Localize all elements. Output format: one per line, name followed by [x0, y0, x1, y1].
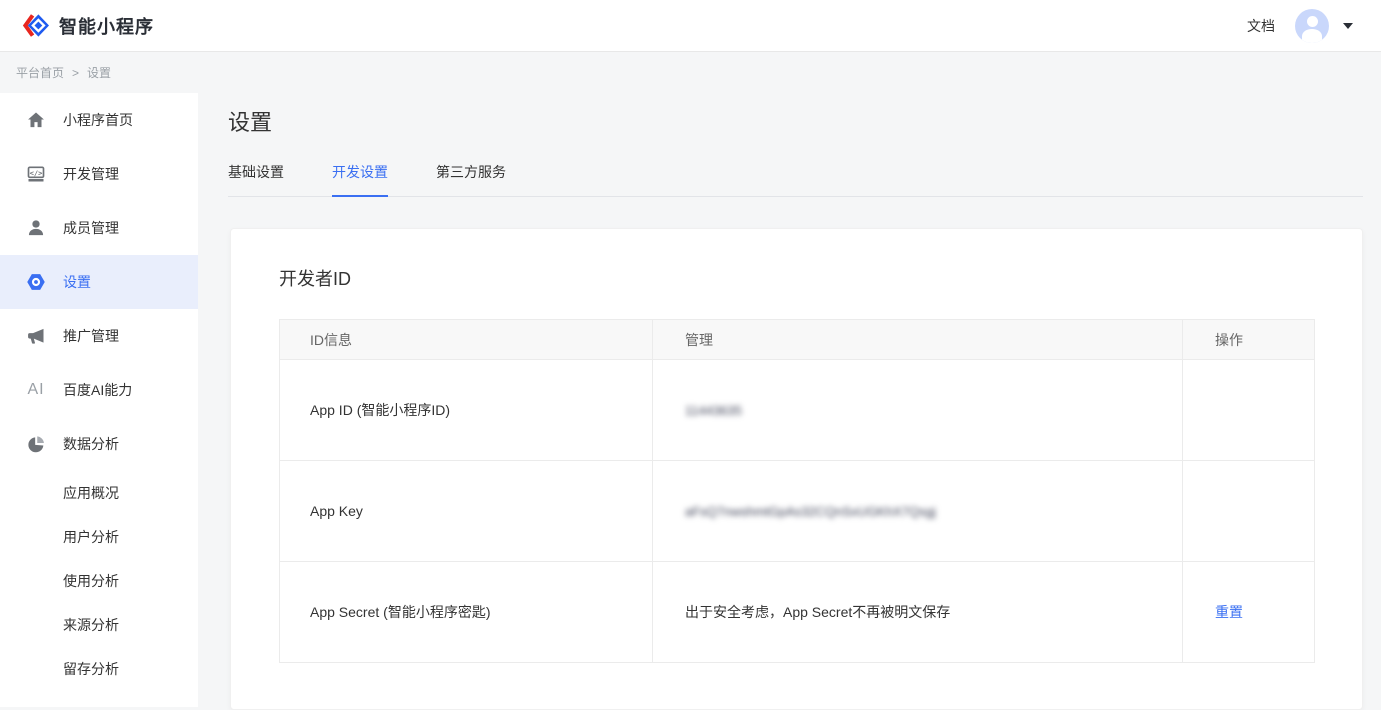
- sidebar-subitem-source-analysis[interactable]: 来源分析: [0, 603, 198, 647]
- sidebar-item-promotion[interactable]: 推广管理: [0, 309, 198, 363]
- breadcrumb-current: 设置: [87, 64, 111, 81]
- breadcrumb-home[interactable]: 平台首页: [16, 64, 64, 81]
- sidebar-item-label: 开发管理: [63, 164, 119, 184]
- sidebar-subitem-label: 留存分析: [63, 659, 119, 679]
- sidebar: 小程序首页 </> 开发管理 成员管理 设置: [0, 93, 198, 707]
- app-id-value-masked: 11443635: [685, 403, 742, 418]
- sidebar-item-ai[interactable]: AI 百度AI能力: [0, 363, 198, 417]
- app-key-value-masked: aFsQ7nwshmtGpAs32CQnSxUGKhX7Qsgj: [685, 504, 936, 519]
- table-header-row: ID信息 管理 操作: [280, 320, 1315, 360]
- sidebar-subitem-retention-analysis[interactable]: 留存分析: [0, 647, 198, 691]
- sidebar-subitem-label: 来源分析: [63, 615, 119, 635]
- code-icon: </>: [24, 164, 48, 184]
- sidebar-item-label: 百度AI能力: [63, 380, 132, 400]
- sidebar-item-label: 成员管理: [63, 218, 119, 238]
- avatar-head-shape: [1307, 16, 1318, 27]
- doc-link[interactable]: 文档: [1247, 16, 1275, 36]
- sidebar-item-label: 数据分析: [63, 434, 119, 454]
- developer-id-card: 开发者ID ID信息 管理 操作 App ID (智能小程序ID) 114436…: [230, 228, 1363, 710]
- settings-tabs: 基础设置 开发设置 第三方服务: [228, 162, 1363, 197]
- user-avatar[interactable]: [1295, 9, 1329, 43]
- app-key-label: App Key: [280, 461, 653, 562]
- ai-icon: AI: [24, 381, 48, 399]
- tab-third-party[interactable]: 第三方服务: [436, 162, 506, 196]
- breadcrumb-separator: >: [72, 66, 79, 80]
- sidebar-item-label: 小程序首页: [63, 110, 133, 130]
- sidebar-item-label: 设置: [63, 272, 91, 292]
- app-id-action-cell: [1183, 360, 1315, 461]
- sidebar-item-dev-manage[interactable]: </> 开发管理: [0, 147, 198, 201]
- settings-icon: [24, 272, 48, 292]
- pie-chart-icon: [24, 434, 48, 454]
- app-secret-label: App Secret (智能小程序密匙): [280, 562, 653, 663]
- sidebar-subitem-usage-analysis[interactable]: 使用分析: [0, 559, 198, 603]
- megaphone-icon: [24, 326, 48, 346]
- avatar-body-shape: [1302, 29, 1322, 43]
- sidebar-item-members[interactable]: 成员管理: [0, 201, 198, 255]
- sidebar-subitem-user-analysis[interactable]: 用户分析: [0, 515, 198, 559]
- table-row-app-secret: App Secret (智能小程序密匙) 出于安全考虑，App Secret不再…: [280, 562, 1315, 663]
- app-id-label: App ID (智能小程序ID): [280, 360, 653, 461]
- sidebar-item-label: 推广管理: [63, 326, 119, 346]
- sidebar-subitem-app-overview[interactable]: 应用概况: [0, 471, 198, 515]
- member-icon: [24, 218, 48, 238]
- column-header-action: 操作: [1183, 320, 1315, 360]
- sidebar-subitem-label: 用户分析: [63, 527, 119, 547]
- brand-title: 智能小程序: [59, 13, 154, 39]
- page-title: 设置: [228, 105, 1381, 137]
- sidebar-item-settings[interactable]: 设置: [0, 255, 198, 309]
- reset-secret-link[interactable]: 重置: [1215, 604, 1243, 620]
- developer-id-table: ID信息 管理 操作 App ID (智能小程序ID) 11443635 App…: [279, 319, 1315, 663]
- sidebar-subitem-label: 应用概况: [63, 483, 119, 503]
- tab-basic-settings[interactable]: 基础设置: [228, 162, 284, 196]
- main-content: 设置 基础设置 开发设置 第三方服务 开发者ID ID信息 管理 操作 App …: [198, 93, 1381, 707]
- breadcrumb: 平台首页 > 设置: [0, 52, 1381, 93]
- column-header-id-info: ID信息: [280, 320, 653, 360]
- home-icon: [24, 110, 48, 130]
- sidebar-subitem-label: 使用分析: [63, 571, 119, 591]
- smart-program-logo-icon: [22, 12, 49, 39]
- app-key-action-cell: [1183, 461, 1315, 562]
- svg-text:</>: </>: [30, 168, 43, 177]
- tab-dev-settings[interactable]: 开发设置: [332, 162, 388, 197]
- brand[interactable]: 智能小程序: [22, 12, 154, 39]
- sidebar-item-home[interactable]: 小程序首页: [0, 93, 198, 147]
- sidebar-item-analytics[interactable]: 数据分析: [0, 417, 198, 471]
- column-header-manage: 管理: [653, 320, 1183, 360]
- top-header: 智能小程序 文档: [0, 0, 1381, 52]
- developer-id-heading: 开发者ID: [279, 265, 1362, 291]
- app-secret-note: 出于安全考虑，App Secret不再被明文保存: [685, 604, 950, 620]
- chevron-down-icon[interactable]: [1343, 23, 1353, 29]
- table-row-app-id: App ID (智能小程序ID) 11443635: [280, 360, 1315, 461]
- table-row-app-key: App Key aFsQ7nwshmtGpAs32CQnSxUGKhX7Qsgj: [280, 461, 1315, 562]
